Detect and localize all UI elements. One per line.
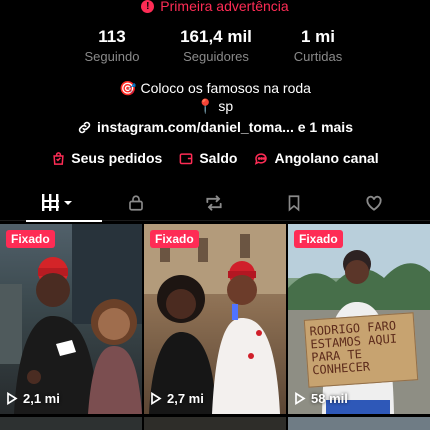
stat-likes[interactable]: 1 mi Curtidas	[278, 27, 358, 66]
tab-reposts[interactable]	[178, 185, 250, 221]
video-thumbnail[interactable]: Fixado 2,7 mi	[144, 224, 286, 414]
view-count-text: 58 mil	[311, 391, 348, 406]
view-count-text: 2,7 mi	[167, 391, 204, 406]
stat-followers-label: Seguidores	[183, 49, 249, 64]
channel-label: Angolano canal	[274, 150, 379, 166]
pin-icon: 📍	[196, 98, 215, 114]
pinned-badge: Fixado	[150, 230, 199, 248]
bookmark-icon	[288, 195, 300, 212]
video-thumbnail[interactable]: RODRIGO FARO ESTAMOS AQUI PARA TE CONHEC…	[288, 224, 430, 414]
pinned-badge: Fixado	[294, 230, 343, 248]
warning-text: Primeira advertência	[160, 0, 289, 14]
channel-button[interactable]: Angolano canal	[253, 150, 379, 166]
repost-icon	[206, 195, 222, 211]
videos-grid-icon	[42, 194, 72, 211]
stat-following-label: Seguindo	[84, 49, 140, 64]
play-icon	[151, 392, 162, 405]
profile-bio: 🎯 Coloco os famosos na roda 📍 sp	[0, 79, 430, 115]
target-icon: 🎯	[119, 80, 137, 96]
video-thumbnail[interactable]	[288, 417, 430, 430]
video-scene-image	[144, 224, 286, 414]
video-thumbnail[interactable]: Fixado 2,1 mi	[0, 224, 142, 414]
profile-actions: Seus pedidos Saldo Angolano canal	[0, 150, 430, 166]
stat-following-value: 113	[98, 27, 126, 46]
profile-link[interactable]: instagram.com/daniel_toma... e 1 mais	[0, 119, 430, 135]
play-icon	[7, 392, 18, 405]
chat-icon	[255, 152, 268, 165]
alert-icon: !	[141, 0, 155, 13]
heart-icon	[366, 195, 382, 211]
profile-tabs	[0, 185, 430, 222]
tab-videos[interactable]	[22, 185, 102, 222]
stat-followers[interactable]: 161,4 mil Seguidores	[168, 27, 264, 66]
stat-following[interactable]: 113 Seguindo	[72, 27, 152, 66]
cart-icon	[53, 151, 64, 165]
video-scene-image	[0, 224, 142, 414]
balance-label: Saldo	[199, 150, 238, 166]
tab-liked[interactable]	[338, 185, 410, 221]
video-grid: Fixado 2,1 mi Fixado 2,7 mi RODRIGO FARO…	[0, 224, 430, 430]
bio-line-1: Coloco os famosos na roda	[140, 80, 311, 96]
orders-label: Seus pedidos	[71, 150, 163, 166]
lock-icon	[129, 195, 143, 211]
balance-button[interactable]: Saldo	[178, 150, 237, 166]
pinned-badge: Fixado	[6, 230, 55, 248]
play-icon	[295, 392, 306, 405]
bio-line-2: sp	[218, 98, 234, 114]
stat-likes-label: Curtidas	[293, 49, 343, 64]
warning-banner[interactable]: ! Primeira advertência	[0, 0, 430, 17]
view-count: 58 mil	[294, 391, 348, 406]
orders-button[interactable]: Seus pedidos	[51, 150, 162, 166]
view-count-text: 2,1 mi	[23, 391, 60, 406]
video-thumbnail[interactable]	[0, 417, 142, 430]
profile-link-text: instagram.com/daniel_toma... e 1 mais	[97, 119, 353, 135]
view-count: 2,1 mi	[6, 391, 60, 406]
stat-likes-value: 1 mi	[300, 27, 336, 46]
link-icon	[78, 121, 91, 133]
protest-sign: RODRIGO FARO ESTAMOS AQUI PARA TE CONHEC…	[303, 312, 419, 388]
view-count: 2,7 mi	[150, 391, 204, 406]
stat-followers-value: 161,4 mil	[180, 27, 252, 46]
wallet-icon	[179, 152, 193, 164]
tab-saved[interactable]	[258, 185, 330, 221]
tab-private[interactable]	[100, 185, 172, 221]
video-thumbnail[interactable]	[144, 417, 286, 430]
